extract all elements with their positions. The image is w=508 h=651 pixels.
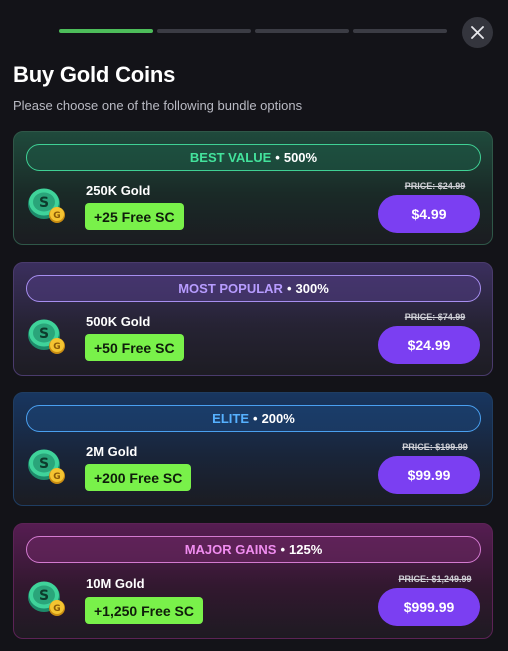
bundle-percent: 300% — [295, 281, 329, 296]
tag-separator: • — [286, 281, 292, 296]
bundle-percent: 200% — [261, 411, 295, 426]
bundle-original-price: PRICE: $74.99 — [404, 312, 466, 322]
svg-text:G: G — [53, 472, 60, 482]
bundle-tag-pill: MOST POPULAR • 300% — [26, 275, 481, 302]
svg-text:G: G — [53, 604, 60, 614]
bundle-card-elite: ELITE • 200% S G 2M Gold +200 Free SC PR… — [13, 392, 493, 506]
coin-icon: S G — [28, 449, 65, 484]
bundle-original-price: PRICE: $24.99 — [404, 181, 466, 191]
bundle-card-most-popular: MOST POPULAR • 300% S G 500K Gold +50 Fr… — [13, 262, 493, 376]
progress-step-1 — [59, 29, 153, 33]
svg-text:S: S — [39, 195, 49, 211]
bundle-bonus: +200 Free SC — [85, 464, 192, 491]
coin-icon: S G — [28, 581, 65, 616]
svg-text:G: G — [53, 342, 60, 352]
coin-icon: S G — [28, 319, 65, 354]
bundle-original-price: PRICE: $1,249.99 — [398, 574, 472, 584]
bundle-bonus: +50 Free SC — [85, 334, 184, 361]
close-icon — [471, 26, 484, 39]
bundle-tag: MOST POPULAR — [178, 281, 283, 296]
bundle-tag: BEST VALUE — [189, 150, 272, 165]
tag-separator: • — [275, 150, 280, 165]
bundle-amount: 2M Gold — [86, 444, 138, 459]
page-subtitle: Please choose one of the following bundl… — [13, 98, 303, 113]
bundle-card-best-value: BEST VALUE • 500% S G 250K Gold +25 Free… — [13, 131, 493, 245]
progress-step-2 — [157, 29, 251, 33]
bundle-tag-pill: BEST VALUE • 500% — [26, 144, 481, 171]
bundle-tag: ELITE — [212, 411, 250, 426]
svg-text:S: S — [39, 456, 49, 472]
tag-separator: • — [280, 542, 286, 557]
page-title: Buy Gold Coins — [13, 62, 176, 87]
bundle-tag-pill: MAJOR GAINS • 125% — [26, 536, 481, 563]
svg-text:S: S — [39, 326, 49, 342]
bundle-amount: 250K Gold — [86, 183, 151, 198]
bundle-bonus: +25 Free SC — [85, 203, 184, 230]
bundle-percent: 125% — [289, 542, 323, 557]
bundle-tag-pill: ELITE • 200% — [26, 405, 481, 432]
bundle-amount: 10M Gold — [86, 576, 145, 591]
buy-button[interactable]: $999.99 — [378, 588, 480, 626]
close-button[interactable] — [462, 17, 493, 48]
bundle-tag: MAJOR GAINS — [184, 542, 277, 557]
progress-bar — [59, 29, 447, 33]
buy-button[interactable]: $4.99 — [378, 195, 480, 233]
buy-button[interactable]: $99.99 — [378, 456, 480, 494]
svg-text:S: S — [39, 588, 49, 604]
bundle-card-major-gains: MAJOR GAINS • 125% S G 10M Gold +1,250 F… — [13, 523, 493, 639]
bundle-original-price: PRICE: $199.99 — [402, 442, 468, 452]
coin-icon: S G — [28, 188, 65, 223]
progress-step-3 — [255, 29, 349, 33]
tag-separator: • — [253, 411, 258, 426]
progress-step-4 — [353, 29, 447, 33]
bundle-percent: 500% — [283, 150, 318, 165]
bundle-amount: 500K Gold — [86, 314, 151, 329]
bundle-bonus: +1,250 Free SC — [85, 597, 204, 624]
svg-text:G: G — [53, 211, 60, 221]
buy-button[interactable]: $24.99 — [378, 326, 480, 364]
